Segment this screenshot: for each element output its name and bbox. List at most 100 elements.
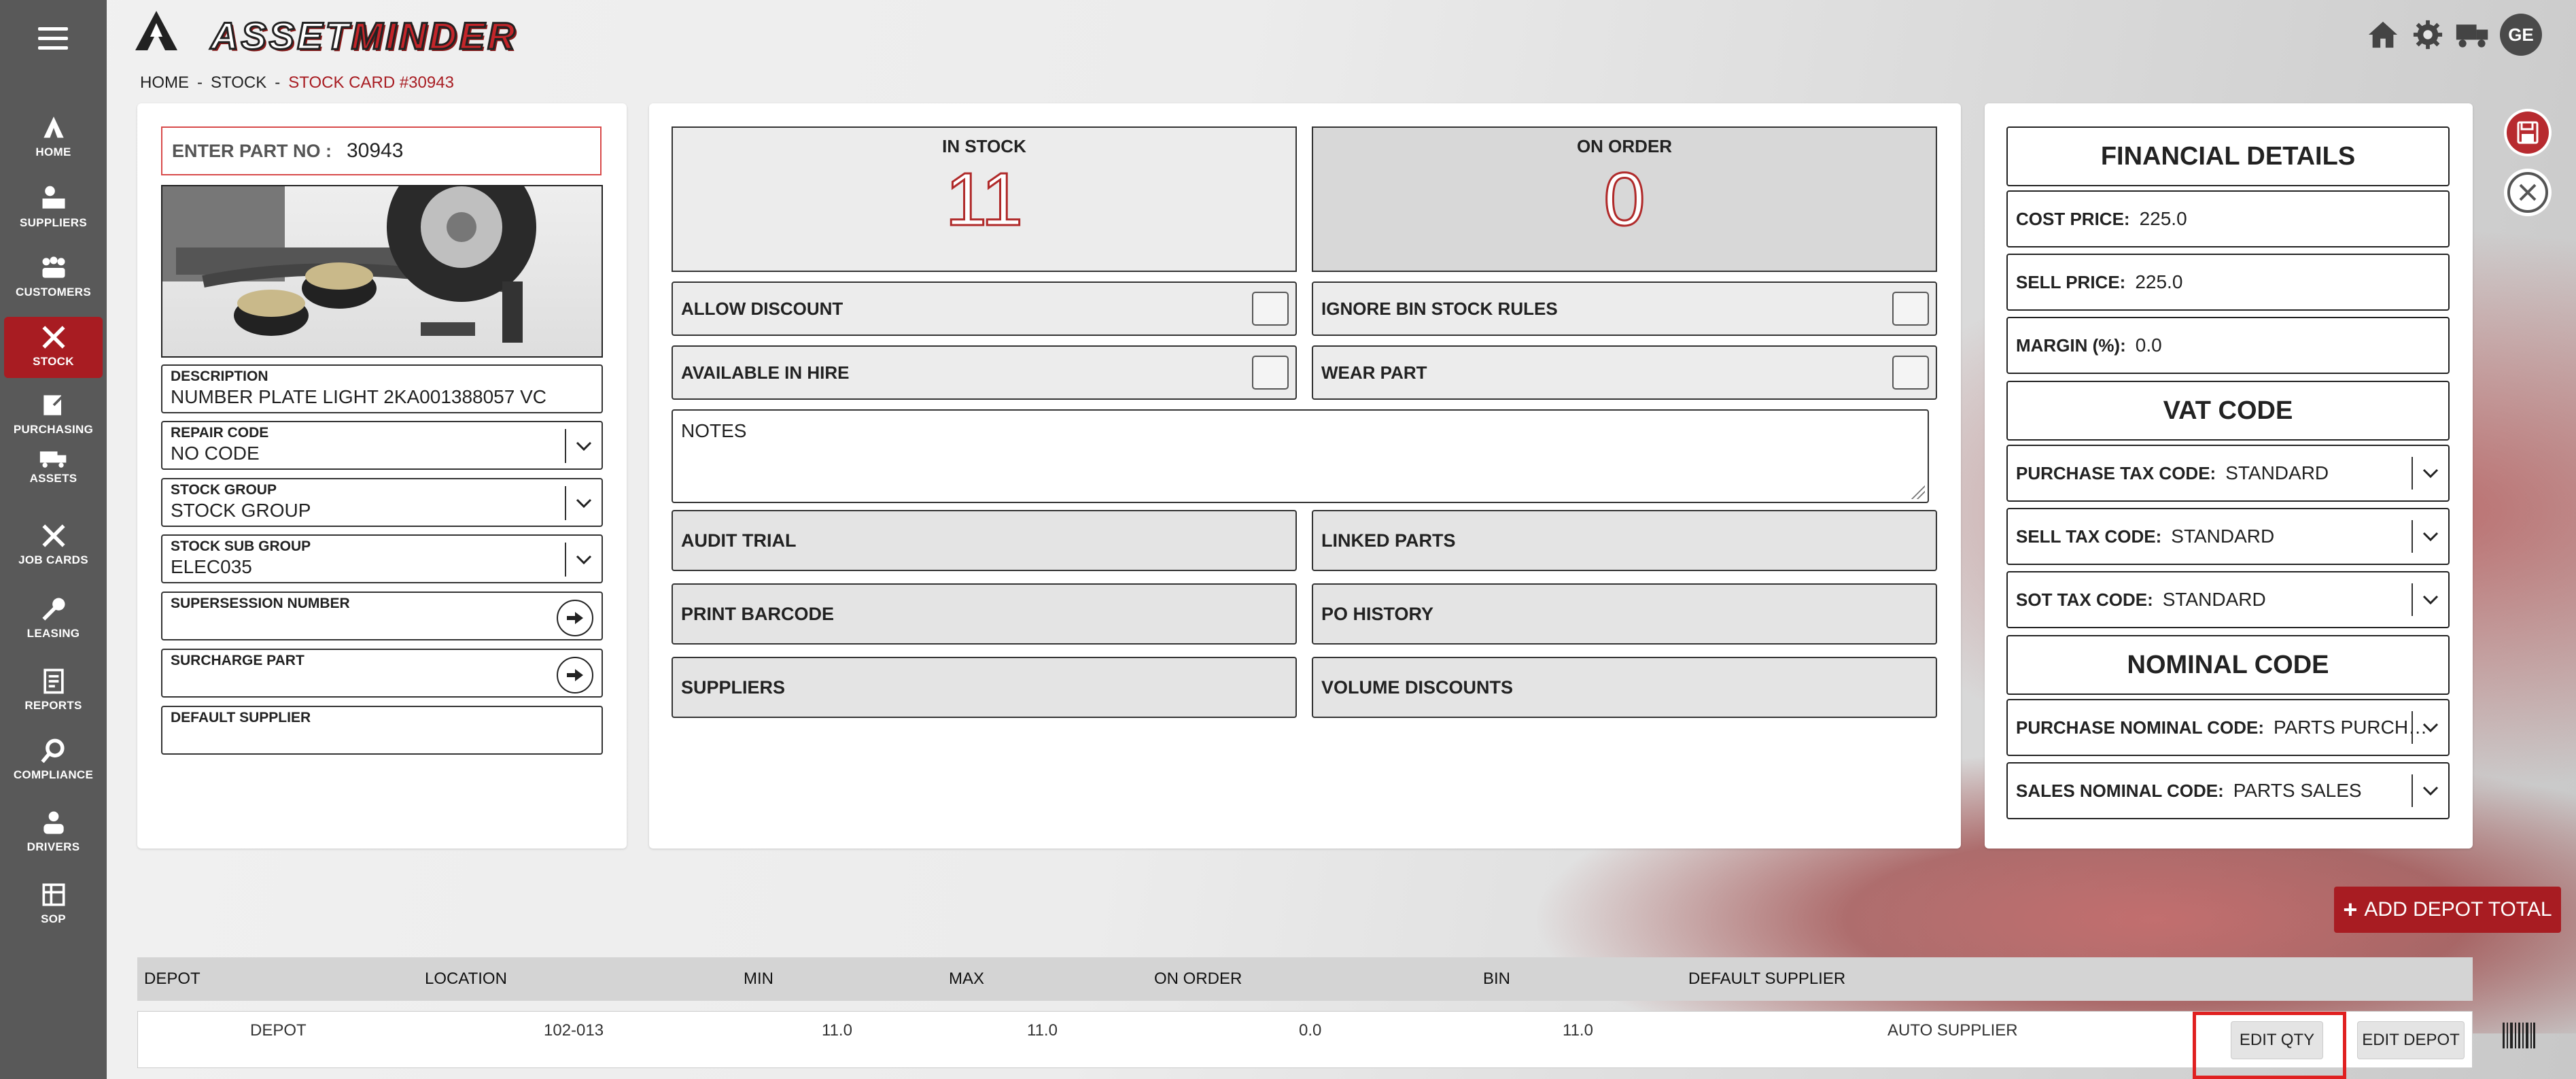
- on-order-label: ON ORDER: [1576, 136, 1673, 156]
- in-stock-card: IN STOCK 11: [672, 126, 1297, 272]
- menu-toggle-icon[interactable]: [38, 27, 68, 50]
- sidebar-item-leasing[interactable]: LEASING: [4, 589, 103, 650]
- po-history-button[interactable]: PO HISTORY: [1312, 583, 1937, 645]
- wear-part-checkbox[interactable]: [1892, 356, 1929, 390]
- sidebar-item-job-cards[interactable]: JOB CARDS: [4, 515, 103, 577]
- allow-discount-checkbox[interactable]: [1252, 292, 1289, 326]
- column-header-min: MIN: [744, 970, 773, 988]
- chevron-down-icon[interactable]: [2412, 711, 2448, 744]
- sidebar-item-label: SOP: [41, 912, 66, 925]
- part-image: [161, 185, 603, 358]
- save-icon: [2507, 112, 2549, 154]
- sidebar-item-compliance[interactable]: COMPLIANCE: [4, 730, 103, 791]
- sell-price-field[interactable]: SELL PRICE: 225.0: [2006, 254, 2450, 311]
- vat-code-heading: VAT CODE: [2006, 381, 2450, 441]
- add-depot-total-button[interactable]: + ADD DEPOT TOTAL: [2334, 887, 2561, 933]
- cost-price-value: 225.0: [2139, 208, 2187, 229]
- sidebar-item-home[interactable]: HOME: [4, 107, 103, 169]
- chevron-down-icon[interactable]: [2412, 583, 2448, 616]
- notes-textarea[interactable]: NOTES: [672, 409, 1929, 503]
- sidebar-item-assets[interactable]: ASSETS: [4, 443, 103, 498]
- sot-tax-value: STANDARD: [2162, 589, 2266, 610]
- margin-label: MARGIN (%):: [2016, 335, 2126, 356]
- sot-tax-code-select[interactable]: SOT TAX CODE: STANDARD: [2006, 571, 2450, 628]
- chevron-down-icon[interactable]: [2412, 774, 2448, 807]
- margin-field[interactable]: MARGIN (%): 0.0: [2006, 317, 2450, 374]
- linked-parts-button[interactable]: LINKED PARTS: [1312, 510, 1937, 571]
- chevron-down-icon[interactable]: [565, 486, 602, 520]
- plus-icon: +: [2343, 895, 2358, 923]
- stock-group-select[interactable]: STOCK GROUP STOCK GROUP: [161, 478, 603, 527]
- header-icons: GE: [2365, 14, 2542, 56]
- sidebar-item-purchasing[interactable]: PURCHASING: [4, 385, 103, 446]
- available-hire-checkbox[interactable]: [1252, 356, 1289, 390]
- supersession-number-field[interactable]: SUPERSESSION NUMBER: [161, 592, 603, 640]
- sell-tax-label: SELL TAX CODE:: [2016, 526, 2162, 547]
- sidebar-item-label: ASSETS: [29, 472, 77, 485]
- home-shortcut-icon[interactable]: [2365, 17, 2401, 52]
- default-supplier-field[interactable]: DEFAULT SUPPLIER: [161, 706, 603, 755]
- stock-icon: [41, 326, 65, 349]
- chevron-down-icon[interactable]: [2412, 457, 2448, 490]
- ignore-bin-label: IGNORE BIN STOCK RULES: [1321, 298, 1558, 319]
- truck-info-icon[interactable]: [2455, 17, 2490, 52]
- column-header-location: LOCATION: [425, 970, 507, 988]
- sidebar-item-stock[interactable]: STOCK: [4, 317, 103, 378]
- sidebar-item-label: JOB CARDS: [18, 553, 88, 566]
- audit-trial-button[interactable]: AUDIT TRIAL: [672, 510, 1297, 571]
- print-barcode-button[interactable]: PRINT BARCODE: [672, 583, 1297, 645]
- ignore-bin-checkbox[interactable]: [1892, 292, 1929, 326]
- resize-handle[interactable]: [1911, 485, 1925, 499]
- cell-location: 102-013: [544, 1021, 604, 1040]
- surcharge-part-field[interactable]: SURCHARGE PART: [161, 649, 603, 698]
- add-depot-total-label: ADD DEPOT TOTAL: [2364, 898, 2552, 921]
- stock-group-label: STOCK GROUP: [171, 482, 277, 498]
- sell-tax-code-select[interactable]: SELL TAX CODE: STANDARD: [2006, 508, 2450, 565]
- breadcrumb-current: STOCK CARD #30943: [288, 73, 454, 92]
- sidebar-item-label: SUPPLIERS: [19, 216, 88, 229]
- gear-icon[interactable]: [2410, 17, 2446, 52]
- sidebar-item-drivers[interactable]: DRIVERS: [4, 802, 103, 863]
- cell-max: 11.0: [1027, 1021, 1058, 1040]
- suppliers-icon: [42, 186, 65, 209]
- default-supplier-label: DEFAULT SUPPLIER: [171, 710, 311, 725]
- user-avatar[interactable]: GE: [2500, 14, 2542, 56]
- suppliers-button[interactable]: SUPPLIERS: [672, 657, 1297, 718]
- purchase-nominal-code-select[interactable]: PURCHASE NOMINAL CODE: PARTS PURCHA...: [2006, 699, 2450, 756]
- stock-sub-group-select[interactable]: STOCK SUB GROUP ELEC035: [161, 534, 603, 583]
- sidebar-item-suppliers[interactable]: SUPPLIERS: [4, 178, 103, 239]
- part-details-panel: ENTER PART NO : 30943 DESCRIPTION NUMBER…: [137, 103, 627, 849]
- report-icon: [43, 668, 64, 694]
- ignore-bin-row: IGNORE BIN STOCK RULES: [1312, 281, 1937, 336]
- volume-discounts-button[interactable]: VOLUME DISCOUNTS: [1312, 657, 1937, 718]
- edit-depot-button[interactable]: EDIT DEPOT: [2357, 1021, 2465, 1059]
- save-button[interactable]: [2504, 109, 2552, 156]
- sidebar-item-sop[interactable]: SOP: [4, 874, 103, 936]
- breadcrumb-home[interactable]: HOME: [140, 73, 189, 92]
- purchasing-icon: [43, 394, 65, 415]
- arrow-right-icon[interactable]: [557, 600, 593, 636]
- description-field[interactable]: DESCRIPTION NUMBER PLATE LIGHT 2KA001388…: [161, 364, 603, 413]
- arrow-right-icon[interactable]: [557, 657, 593, 693]
- sot-tax-label: SOT TAX CODE:: [2016, 589, 2153, 610]
- breadcrumb-stock[interactable]: STOCK: [211, 73, 266, 92]
- part-number-field[interactable]: ENTER PART NO : 30943: [161, 126, 602, 175]
- chevron-down-icon[interactable]: [2412, 520, 2448, 553]
- purchase-tax-value: STANDARD: [2225, 462, 2329, 483]
- column-header-default-supplier: DEFAULT SUPPLIER: [1688, 970, 1846, 988]
- sop-icon: [42, 883, 65, 906]
- sidebar-item-label: REPORTS: [24, 699, 82, 712]
- repair-code-select[interactable]: REPAIR CODE NO CODE: [161, 421, 603, 470]
- chevron-down-icon[interactable]: [565, 543, 602, 577]
- cost-price-field[interactable]: COST PRICE: 225.0: [2006, 190, 2450, 247]
- cancel-button[interactable]: [2504, 169, 2552, 216]
- margin-value: 0.0: [2135, 335, 2162, 356]
- sidebar-item-reports[interactable]: REPORTS: [4, 661, 103, 722]
- barcode-icon[interactable]: [2503, 1023, 2535, 1048]
- chevron-down-icon[interactable]: [565, 429, 602, 463]
- sales-nominal-code-select[interactable]: SALES NOMINAL CODE: PARTS SALES: [2006, 762, 2450, 819]
- stock-sub-group-label: STOCK SUB GROUP: [171, 538, 311, 554]
- part-number-value[interactable]: 30943: [347, 139, 403, 162]
- sidebar-item-customers[interactable]: CUSTOMERS: [4, 247, 103, 309]
- purchase-tax-code-select[interactable]: PURCHASE TAX CODE: STANDARD: [2006, 445, 2450, 502]
